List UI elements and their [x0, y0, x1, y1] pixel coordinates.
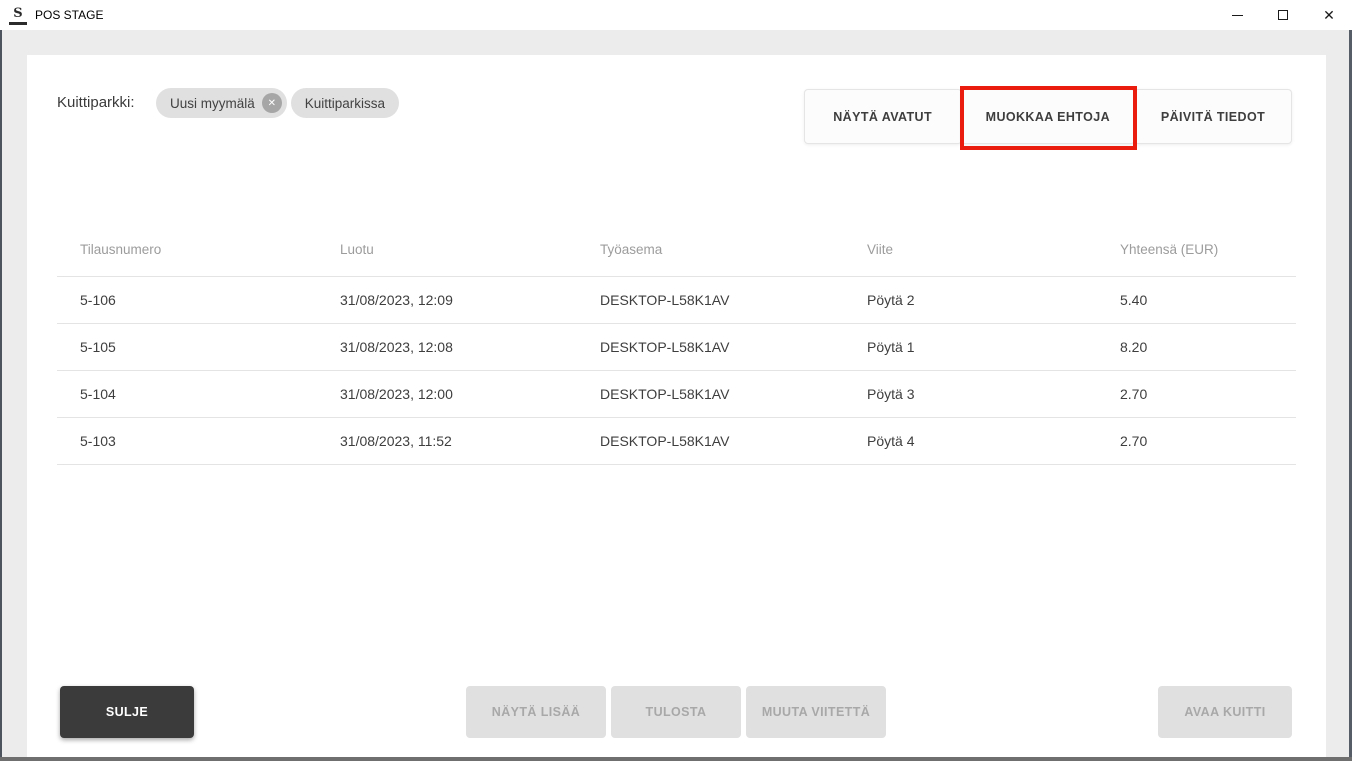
cell-workstation: DESKTOP-L58K1AV: [600, 370, 867, 418]
app-window: S POS STAGE ✕ Kuittiparkki: Uusi myymälä…: [0, 0, 1352, 761]
minimize-icon: [1231, 14, 1243, 16]
titlebar: S POS STAGE ✕: [0, 0, 1352, 30]
content-card: Kuittiparkki: Uusi myymälä ✕ Kuittiparki…: [27, 55, 1326, 757]
maximize-icon: [1278, 10, 1288, 20]
open-receipt-button[interactable]: AVAA KUITTI: [1158, 686, 1292, 738]
show-open-button[interactable]: NÄYTÄ AVATUT: [803, 89, 962, 144]
table-body: 5-106 31/08/2023, 12:09 DESKTOP-L58K1AV …: [57, 276, 1296, 465]
chip-remove-icon[interactable]: ✕: [261, 93, 282, 113]
cell-total: 5.40: [1120, 276, 1296, 324]
window-title: POS STAGE: [35, 8, 104, 22]
cell-reference: Pöytä 1: [867, 323, 1120, 371]
maximize-button[interactable]: [1260, 0, 1306, 30]
filter-label: Kuittiparkki:: [57, 94, 135, 111]
cell-workstation: DESKTOP-L58K1AV: [600, 323, 867, 371]
app-logo-icon: S: [9, 6, 27, 25]
refresh-data-button[interactable]: PÄIVITÄ TIEDOT: [1134, 89, 1292, 144]
window-frame-left: [0, 30, 2, 761]
table-header: Tilausnumero Luotu Työasema Viite Yhteen…: [57, 223, 1296, 277]
table-row[interactable]: 5-106 31/08/2023, 12:09 DESKTOP-L58K1AV …: [57, 276, 1296, 324]
cell-total: 2.70: [1120, 417, 1296, 465]
cell-workstation: DESKTOP-L58K1AV: [600, 417, 867, 465]
table-row[interactable]: 5-104 31/08/2023, 12:00 DESKTOP-L58K1AV …: [57, 370, 1296, 418]
print-button[interactable]: TULOSTA: [611, 686, 741, 738]
cell-order-number: 5-106: [57, 276, 340, 324]
receipts-table: Tilausnumero Luotu Työasema Viite Yhteen…: [57, 223, 1296, 465]
close-window-button[interactable]: ✕: [1306, 0, 1352, 30]
cell-reference: Pöytä 2: [867, 276, 1120, 324]
chip-label: Kuittiparkissa: [304, 95, 386, 111]
table-row[interactable]: 5-105 31/08/2023, 12:08 DESKTOP-L58K1AV …: [57, 323, 1296, 371]
change-reference-button[interactable]: MUUTA VIITETTÄ: [746, 686, 886, 738]
window-frame-bottom: [0, 757, 1352, 761]
col-workstation: Työasema: [600, 223, 867, 277]
cell-created: 31/08/2023, 12:09: [340, 276, 600, 324]
cell-created: 31/08/2023, 12:00: [340, 370, 600, 418]
edit-conditions-wrap: MUOKKAA EHTOJA: [959, 86, 1137, 150]
minimize-button[interactable]: [1214, 0, 1260, 30]
cell-order-number: 5-104: [57, 370, 340, 418]
cell-workstation: DESKTOP-L58K1AV: [600, 276, 867, 324]
table-row[interactable]: 5-103 31/08/2023, 11:52 DESKTOP-L58K1AV …: [57, 417, 1296, 465]
cell-reference: Pöytä 3: [867, 370, 1120, 418]
col-order-number: Tilausnumero: [57, 223, 340, 277]
cell-total: 8.20: [1120, 323, 1296, 371]
toolbar: NÄYTÄ AVATUT MUOKKAA EHTOJA PÄIVITÄ TIED…: [803, 86, 1292, 150]
edit-conditions-button[interactable]: MUOKKAA EHTOJA: [960, 89, 1135, 144]
close-icon: ✕: [1323, 7, 1335, 23]
cell-created: 31/08/2023, 12:08: [340, 323, 600, 371]
footer-actions: NÄYTÄ LISÄÄ TULOSTA MUUTA VIITETTÄ: [466, 686, 886, 738]
col-created: Luotu: [340, 223, 600, 277]
show-more-button[interactable]: NÄYTÄ LISÄÄ: [466, 686, 606, 738]
chip-kuittiparkissa[interactable]: Kuittiparkissa: [290, 88, 400, 118]
chip-uusi-myymala[interactable]: Uusi myymälä ✕: [156, 88, 287, 118]
cell-order-number: 5-103: [57, 417, 340, 465]
col-total: Yhteensä (EUR): [1120, 223, 1296, 277]
chip-label: Uusi myymälä: [170, 95, 255, 111]
cell-order-number: 5-105: [57, 323, 340, 371]
filter-chips: Uusi myymälä ✕ Kuittiparkissa: [156, 88, 400, 118]
close-button[interactable]: SULJE: [60, 686, 194, 738]
col-reference: Viite: [867, 223, 1120, 277]
window-controls: ✕: [1214, 0, 1352, 30]
cell-created: 31/08/2023, 11:52: [340, 417, 600, 465]
cell-total: 2.70: [1120, 370, 1296, 418]
cell-reference: Pöytä 4: [867, 417, 1120, 465]
